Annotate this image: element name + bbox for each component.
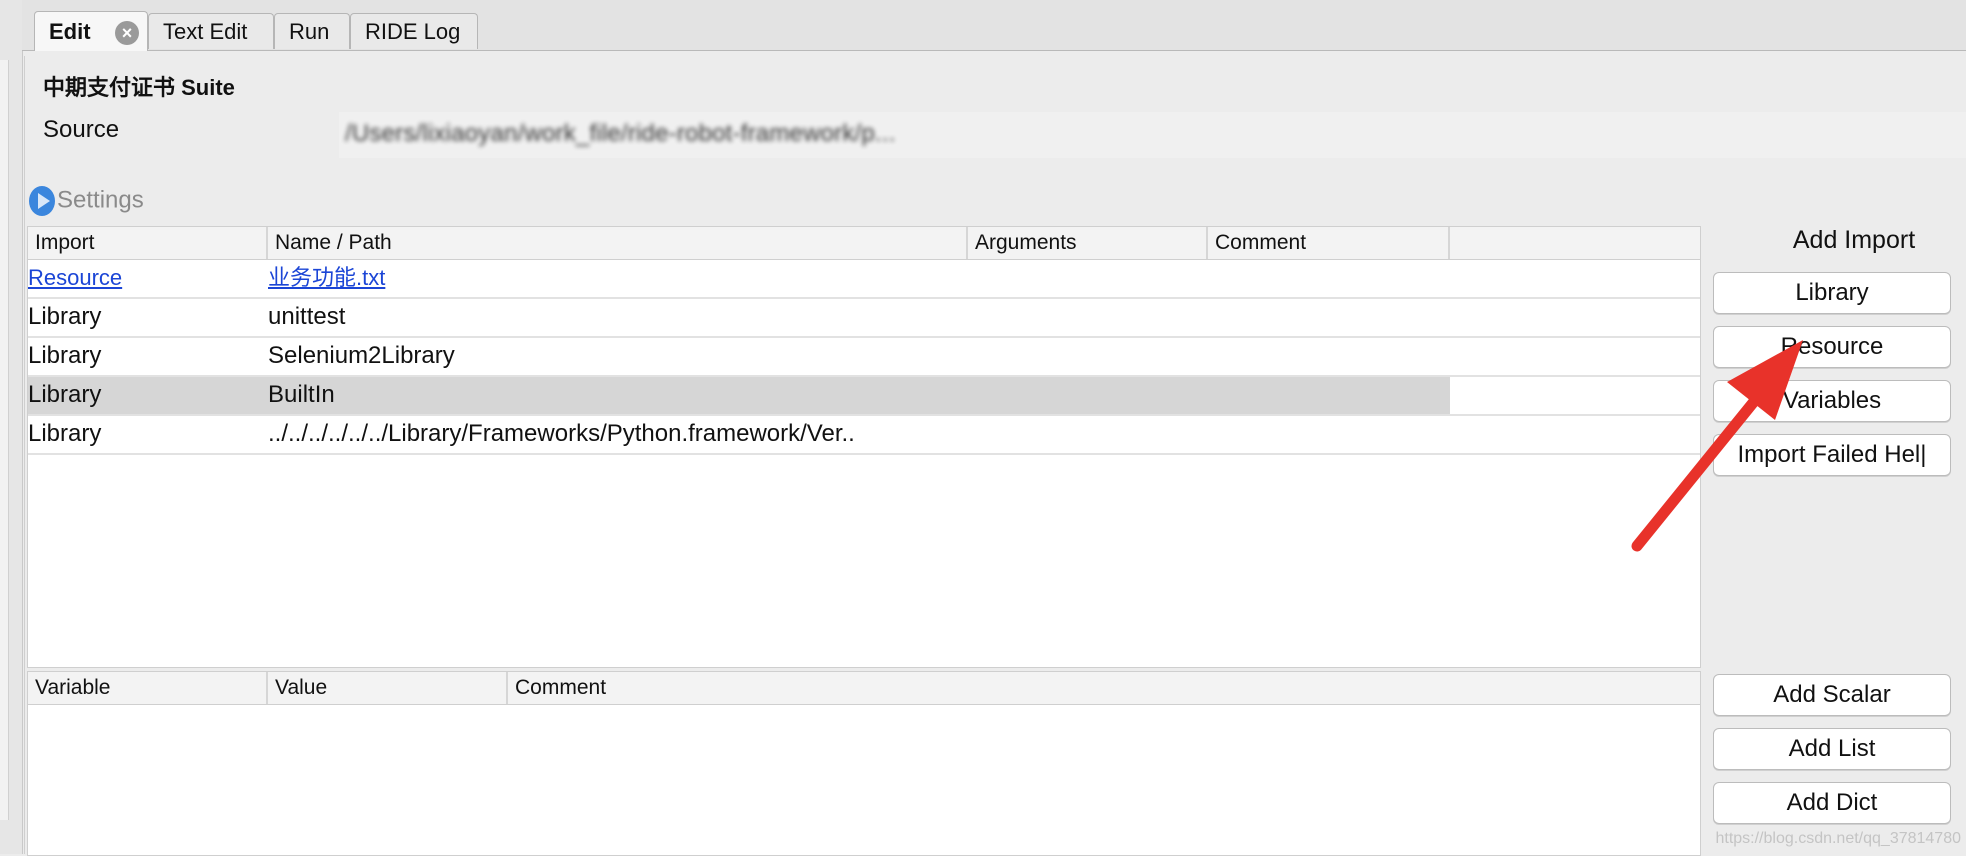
import-name-cell[interactable]: unittest (268, 299, 345, 335)
close-tab-icon[interactable]: × (115, 21, 139, 45)
column-header-comment[interactable]: Comment (1208, 227, 1450, 259)
tab-text-edit-label: Text Edit (163, 19, 248, 44)
row-selection-highlight (28, 377, 1450, 414)
import-name-cell[interactable]: ../../../../../../Library/Frameworks/Pyt… (268, 416, 855, 452)
column-header-comment[interactable]: Comment (508, 672, 1698, 704)
arrow-shaft (1631, 382, 1771, 552)
source-path-text: /Users/lixiaoyan/work_file/ride-robot-fr… (345, 120, 896, 147)
add-library-button[interactable]: Library (1713, 272, 1951, 314)
add-scalar-button[interactable]: Add Scalar (1713, 674, 1951, 716)
source-label: Source (43, 116, 120, 143)
add-list-button[interactable]: Add List (1713, 728, 1951, 770)
table-row[interactable]: Library unittest (28, 299, 1700, 338)
tab-ride-log-label: RIDE Log (365, 19, 461, 44)
table-row[interactable]: Library ../../../../../../Library/Framew… (28, 416, 1700, 455)
tab-ride-log[interactable]: RIDE Log (350, 13, 478, 49)
column-header-arguments[interactable]: Arguments (968, 227, 1208, 259)
table-row[interactable]: Resource 业务功能.txt (28, 260, 1700, 299)
window-left-strip (0, 0, 23, 854)
tab-edit[interactable]: Edit × (34, 11, 148, 51)
import-type-cell[interactable]: Library (28, 338, 101, 374)
variables-table-header: Variable Value Comment (28, 672, 1700, 705)
settings-label: Settings (57, 186, 144, 214)
tab-text-edit[interactable]: Text Edit (148, 13, 274, 49)
add-import-title: Add Import (1792, 226, 1916, 254)
import-type-cell[interactable]: Library (28, 299, 101, 335)
table-row-selected[interactable]: Library BuiltIn (28, 377, 1700, 416)
expand-triangle-icon (29, 186, 55, 216)
import-type-cell[interactable]: Library (28, 377, 101, 413)
left-strip-notch (0, 60, 9, 820)
annotation-arrow-icon (1631, 340, 1803, 552)
import-name-cell[interactable]: Selenium2Library (268, 338, 455, 374)
add-dict-button[interactable]: Add Dict (1713, 782, 1951, 824)
suite-title: 中期支付证书 Suite (43, 75, 235, 100)
column-header-import[interactable]: Import (28, 227, 268, 259)
table-row[interactable]: Library Selenium2Library (28, 338, 1700, 377)
import-type-cell[interactable]: Resource (28, 260, 122, 296)
arrow-head (1727, 340, 1803, 420)
import-name-cell[interactable]: BuiltIn (268, 377, 335, 413)
tab-run[interactable]: Run (274, 13, 350, 49)
imports-table[interactable]: Import Name / Path Arguments Comment Res… (27, 226, 1701, 668)
column-header-name-path[interactable]: Name / Path (268, 227, 968, 259)
tab-edit-label: Edit (49, 19, 91, 44)
suite-editor-panel: 中期支付证书 Suite Source /Users/lixiaoyan/wor… (24, 56, 1966, 856)
column-header-value[interactable]: Value (268, 672, 508, 704)
tab-bar: Edit × Text Edit Run RIDE Log (22, 0, 1966, 51)
watermark: https://blog.csdn.net/qq_37814780 (1715, 830, 1961, 847)
source-path-field: /Users/lixiaoyan/work_file/ride-robot-fr… (339, 112, 1966, 158)
import-type-cell[interactable]: Library (28, 416, 101, 452)
settings-toggle[interactable]: Settings (29, 186, 144, 222)
import-name-cell[interactable]: 业务功能.txt (268, 260, 385, 296)
imports-table-header: Import Name / Path Arguments Comment (28, 227, 1700, 260)
tab-run-label: Run (289, 19, 330, 44)
variables-table[interactable]: Variable Value Comment (27, 671, 1701, 856)
column-header-variable[interactable]: Variable (28, 672, 268, 704)
